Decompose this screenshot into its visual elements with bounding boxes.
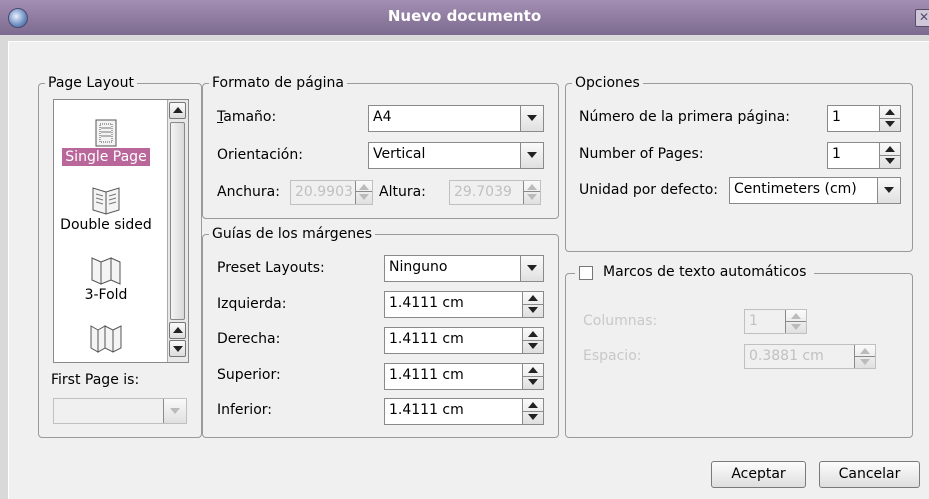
dialog-body: Page Layout Single Page Double sided 3-F… <box>8 41 929 499</box>
espacio-spinbox[interactable]: 0.3881 cm <box>744 344 876 369</box>
orientacion-select[interactable]: Vertical <box>368 142 544 169</box>
spin-arrows-icon[interactable] <box>522 328 543 353</box>
columnas-spinbox[interactable]: 1 <box>744 309 807 334</box>
preset-value: Ninguno <box>389 259 448 275</box>
izquierda-label: Izquierda: <box>217 296 287 312</box>
arrow-up-icon <box>173 327 183 333</box>
primera-pagina-spinbox[interactable]: 1 <box>827 105 901 132</box>
scroll-up-button-lower[interactable] <box>169 322 186 339</box>
derecha-spinbox[interactable]: 1.4111 cm <box>384 327 544 354</box>
inferior-label: Inferior: <box>217 402 272 418</box>
anchura-spinbox[interactable]: 20.9903 <box>290 180 373 205</box>
layout-item-label: Double sided <box>60 217 152 233</box>
aceptar-button[interactable]: Aceptar <box>711 461 806 488</box>
tamano-label-text: amaño: <box>223 109 277 125</box>
single-page-icon <box>95 119 117 147</box>
marcos-header[interactable]: Marcos de texto automáticos <box>575 263 815 283</box>
preset-label: Preset Layouts: <box>217 260 325 276</box>
chevron-down-icon <box>520 256 543 281</box>
first-page-label: First Page is: <box>51 372 140 388</box>
anchura-label: Anchura: <box>217 184 280 200</box>
derecha-label: Derecha: <box>217 331 281 347</box>
opciones-legend: Opciones <box>575 75 640 91</box>
primera-pagina-value: 1 <box>832 109 841 125</box>
spin-arrows-icon[interactable] <box>854 345 875 368</box>
tamano-select[interactable]: A4 <box>368 105 544 132</box>
inferior-value: 1.4111 cm <box>389 402 464 418</box>
four-fold-icon <box>90 325 122 353</box>
cancelar-button[interactable]: Cancelar <box>819 461 920 488</box>
arrow-down-icon <box>173 346 183 352</box>
spin-arrows-icon[interactable] <box>785 310 806 333</box>
layout-item-single-page[interactable]: Single Page <box>54 118 158 166</box>
arrow-up-icon <box>173 107 183 113</box>
formato-legend: Formato de página <box>212 75 344 91</box>
espacio-value: 0.3881 cm <box>749 348 824 364</box>
scroll-up-button[interactable] <box>169 102 186 119</box>
three-fold-icon <box>91 257 121 285</box>
spin-arrows-icon[interactable] <box>523 181 540 204</box>
layout-item-3-fold[interactable]: 3-Fold <box>54 256 158 304</box>
superior-value: 1.4111 cm <box>389 367 464 383</box>
layout-item-label: Single Page <box>62 148 150 166</box>
tamano-label: Tamaño: <box>217 109 277 125</box>
columnas-label: Columnas: <box>583 313 658 329</box>
marcos-label: Marcos de texto automáticos <box>603 264 807 280</box>
layout-item-label: 3-Fold <box>84 287 128 303</box>
unidad-label: Unidad por defecto: <box>579 182 718 198</box>
superior-label: Superior: <box>217 367 281 383</box>
primera-pagina-label: Número de la primera página: <box>579 109 790 125</box>
layout-item-4-fold[interactable] <box>54 324 158 354</box>
spin-arrows-icon[interactable] <box>879 143 900 168</box>
layout-item-double-sided[interactable]: Double sided <box>54 186 158 234</box>
columnas-value: 1 <box>749 313 758 329</box>
chevron-down-icon <box>520 143 543 168</box>
scroll-down-button[interactable] <box>169 340 186 357</box>
preset-select[interactable]: Ninguno <box>384 255 544 282</box>
anchura-value: 20.9903 <box>295 184 353 200</box>
spin-arrows-icon[interactable] <box>355 181 372 204</box>
title-bar: Nuevo documento ✕ <box>0 0 929 35</box>
close-icon[interactable]: ✕ <box>915 9 929 27</box>
chevron-down-icon <box>520 106 543 131</box>
scroll-thumb[interactable] <box>170 122 185 320</box>
page-layout-list[interactable]: Single Page Double sided 3-Fold <box>53 99 189 363</box>
first-page-select[interactable] <box>53 398 187 424</box>
guias-legend: Guías de los márgenes <box>212 226 373 242</box>
chevron-down-icon <box>163 399 186 423</box>
altura-label: Altura: <box>379 184 426 200</box>
spin-arrows-icon[interactable] <box>522 399 543 424</box>
chevron-down-icon <box>877 178 900 203</box>
number-of-pages-value: 1 <box>832 146 841 162</box>
orientacion-value: Vertical <box>373 146 426 162</box>
double-sided-icon <box>92 187 120 215</box>
page-layout-legend: Page Layout <box>48 75 134 91</box>
altura-value: 29.7039 <box>454 184 512 200</box>
izquierda-value: 1.4111 cm <box>389 295 464 311</box>
spin-arrows-icon[interactable] <box>522 292 543 317</box>
unidad-value: Centimeters (cm) <box>734 181 857 197</box>
spin-arrows-icon[interactable] <box>522 364 543 389</box>
number-of-pages-label: Number of Pages: <box>579 146 704 162</box>
window-title: Nuevo documento <box>387 7 542 25</box>
inferior-spinbox[interactable]: 1.4111 cm <box>384 398 544 425</box>
derecha-value: 1.4111 cm <box>389 331 464 347</box>
unidad-select[interactable]: Centimeters (cm) <box>729 177 901 204</box>
layout-list-scrollbar[interactable] <box>167 100 188 362</box>
tamano-value: A4 <box>373 109 392 125</box>
superior-spinbox[interactable]: 1.4111 cm <box>384 363 544 390</box>
espacio-label: Espacio: <box>583 348 642 364</box>
number-of-pages-spinbox[interactable]: 1 <box>827 142 901 169</box>
spin-arrows-icon[interactable] <box>879 106 900 131</box>
izquierda-spinbox[interactable]: 1.4111 cm <box>384 291 544 318</box>
altura-spinbox[interactable]: 29.7039 <box>449 180 541 205</box>
orientacion-label: Orientación: <box>217 147 303 163</box>
marcos-checkbox[interactable] <box>579 266 593 280</box>
